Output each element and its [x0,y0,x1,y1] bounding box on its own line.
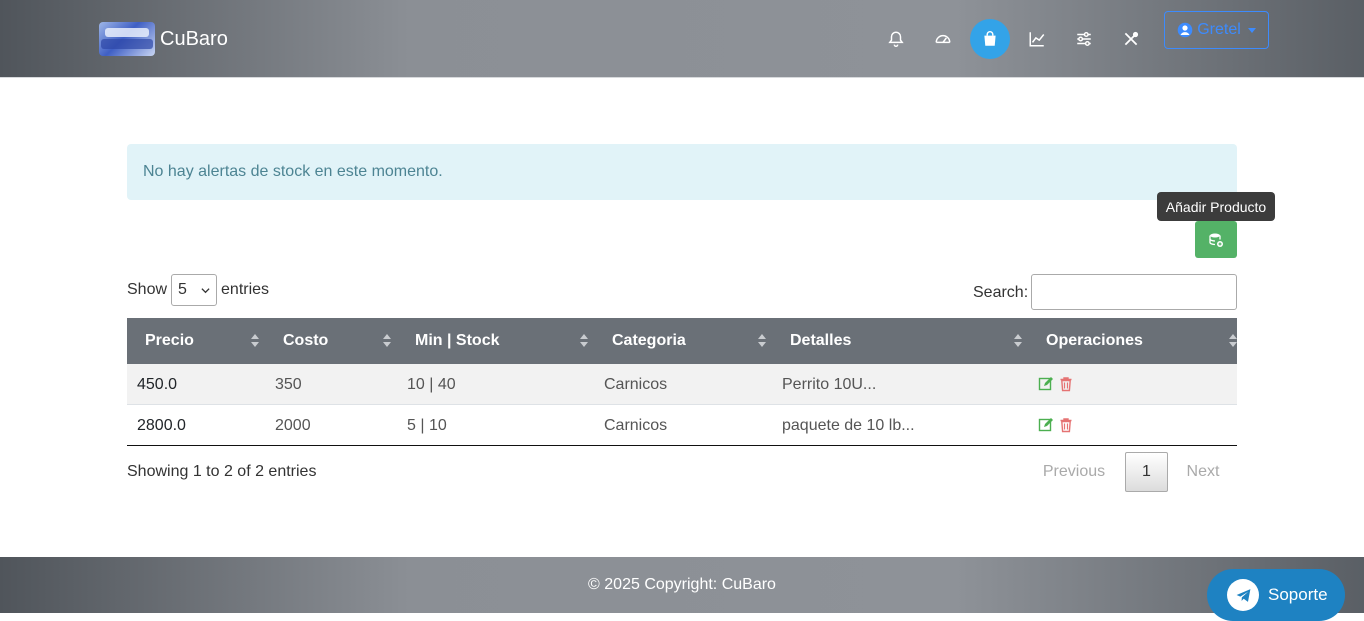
bag-icon[interactable] [970,19,1010,59]
chevron-down-icon [1247,27,1256,33]
navbar: CuBaro Gretel [0,0,1364,78]
cell-min-stock: 5 | 10 [407,416,447,434]
edit-icon[interactable] [1038,417,1054,433]
search-label: Search: [973,284,1029,301]
trash-icon[interactable] [1058,376,1074,392]
chart-line-icon[interactable] [1017,20,1057,58]
edit-icon[interactable] [1038,376,1054,392]
sort-icon[interactable] [758,334,766,348]
cell-detalles: Perrito 10U... [782,375,877,393]
support-label: Soporte [1268,585,1328,604]
sort-icon[interactable] [580,334,588,348]
sort-icon[interactable] [1229,334,1237,348]
cell-categoria: Carnicos [604,375,668,393]
cell-costo: 2000 [275,416,311,434]
table-row: 450.0 350 10 | 40 Carnicos Perrito 10U..… [127,364,1237,405]
cell-categoria: Carnicos [604,416,668,434]
entries-select[interactable]: 5 [171,274,218,306]
table-info: Showing 1 to 2 of 2 entries [127,463,317,480]
column-header-costo[interactable]: Costo [283,318,328,364]
next-page-button[interactable]: Next [1174,452,1232,492]
chevron-down-icon [201,287,210,293]
entries-label: entries [221,281,270,298]
table-row: 2800.0 2000 5 | 10 Carnicos paquete de 1… [127,405,1237,446]
entries-value: 5 [178,281,187,298]
cell-min-stock: 10 | 40 [407,375,456,393]
column-header-precio[interactable]: Precio [145,318,194,364]
table-header: Precio Costo Min | Stock Categoria Detal… [127,318,1237,364]
previous-page-button[interactable]: Previous [1029,452,1119,492]
column-header-categoria[interactable]: Categoria [612,318,686,364]
sort-icon[interactable] [251,334,259,348]
bell-icon[interactable] [876,20,916,58]
user-name: Gretel [1197,21,1241,38]
sort-icon[interactable] [1014,334,1022,348]
telegram-icon [1227,579,1259,611]
footer: © 2025 Copyright: CuBaro [0,557,1364,613]
column-header-detalles[interactable]: Detalles [790,318,851,364]
page-button-current[interactable]: 1 [1125,452,1168,492]
brand[interactable]: CuBaro [99,22,228,56]
column-header-operaciones[interactable]: Operaciones [1046,318,1143,364]
entries-length-control: Show 5 entries [127,274,269,306]
brand-logo [99,22,155,56]
database-add-icon [1209,233,1223,247]
copyright-text: © 2025 Copyright: CuBaro [588,576,776,593]
cell-precio: 450.0 [137,375,178,393]
user-menu-button[interactable]: Gretel [1164,11,1269,49]
trash-icon[interactable] [1058,417,1074,433]
user-circle-icon [1177,22,1193,38]
cell-costo: 350 [275,375,302,393]
sort-icon[interactable] [383,334,391,348]
add-product-tooltip: Añadir Producto [1157,192,1275,226]
tools-icon[interactable] [1111,20,1151,58]
support-button[interactable]: Soporte [1207,569,1345,621]
stock-alert: No hay alertas de stock en este momento. [127,144,1237,200]
search-input[interactable] [1031,274,1237,310]
add-product-button[interactable] [1195,221,1237,258]
speedometer-icon[interactable] [923,20,963,58]
sliders-icon[interactable] [1064,20,1104,58]
column-header-min-stock[interactable]: Min | Stock [415,318,499,364]
brand-name: CuBaro [160,27,228,50]
show-label: Show [127,281,168,298]
cell-precio: 2800.0 [137,416,186,434]
cell-detalles: paquete de 10 lb... [782,416,915,434]
